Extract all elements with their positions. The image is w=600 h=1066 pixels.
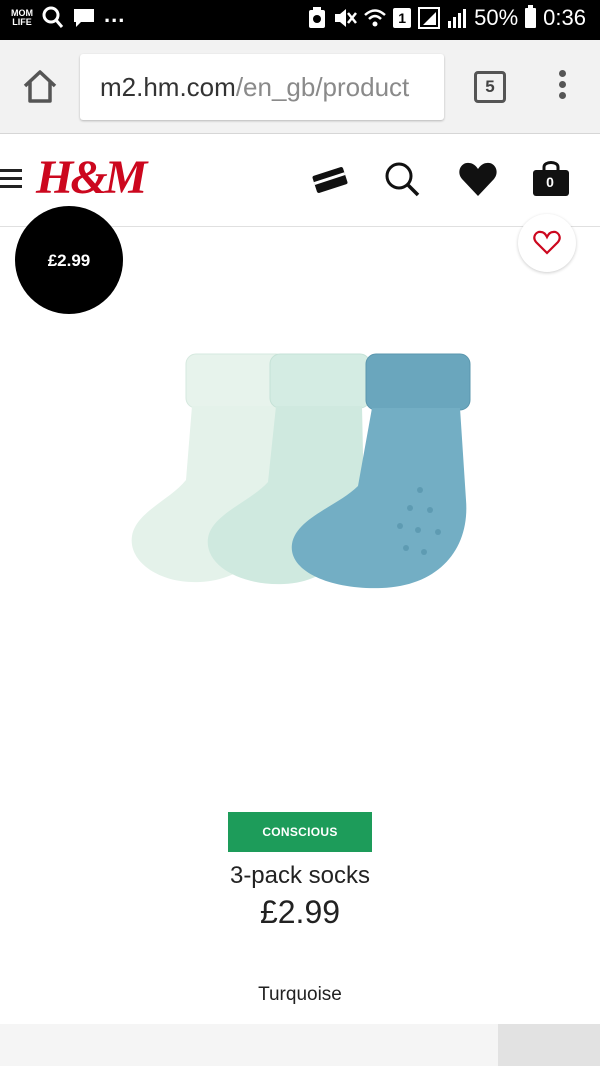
clock: 0:36 (543, 5, 586, 30)
signal-icon-1 (418, 7, 441, 29)
browser-toolbar: m2.hm.com/en_gb/product 5 (0, 40, 600, 134)
favourites-button[interactable] (456, 158, 500, 202)
wifi-icon (364, 9, 386, 27)
product-name: 3-pack socks (229, 862, 371, 889)
card-icon (312, 167, 348, 193)
heart-icon (459, 162, 497, 196)
search-button[interactable] (380, 158, 424, 202)
conscious-tag: CONSCIOUS (228, 812, 372, 852)
color-name: Turquoise (258, 984, 342, 1005)
price-badge: £2.99 (15, 206, 123, 314)
status-bar: MOM LIFE ... 1 50% 0:36 (0, 0, 600, 40)
more-notifications: ... (104, 2, 126, 27)
momlife-notification-icon: MOM LIFE (11, 8, 33, 27)
shopping-bag-button[interactable]: 0 (532, 158, 576, 202)
hm-logo[interactable]: H&M (36, 148, 147, 208)
battery-icon (525, 5, 537, 28)
sim-badge: 1 (393, 8, 412, 28)
signal-icon-2 (448, 9, 467, 28)
message-notification-icon (74, 9, 94, 27)
address-bar[interactable]: m2.hm.com/en_gb/product (80, 54, 444, 120)
socks-illustration (131, 353, 471, 589)
tab-switcher-button[interactable]: 5 (474, 71, 506, 103)
add-to-favourites-button[interactable] (518, 214, 576, 272)
url-host: m2.hm.com (100, 72, 236, 102)
status-left: MOM LIFE ... (10, 2, 125, 30)
app-update-icon (309, 7, 326, 28)
bag-count: 0 (546, 174, 554, 190)
product-image[interactable] (120, 340, 480, 600)
home-button[interactable] (20, 67, 60, 107)
home-icon (23, 70, 57, 103)
battery-percent: 50% (474, 5, 519, 30)
url-path: /en_gb/product (235, 72, 410, 102)
mute-icon (335, 9, 358, 27)
product-price: £2.99 (259, 894, 341, 930)
status-right: 1 50% 0:36 (308, 5, 586, 31)
color-swatch-strip (0, 1024, 600, 1066)
search-icon (385, 162, 420, 197)
browser-menu-button[interactable] (552, 70, 572, 106)
heart-outline-icon (533, 230, 561, 255)
gift-card-button[interactable] (308, 158, 352, 202)
search-notification-icon (42, 6, 64, 28)
hamburger-menu-button[interactable] (0, 169, 24, 189)
color-swatch[interactable] (498, 1024, 600, 1066)
